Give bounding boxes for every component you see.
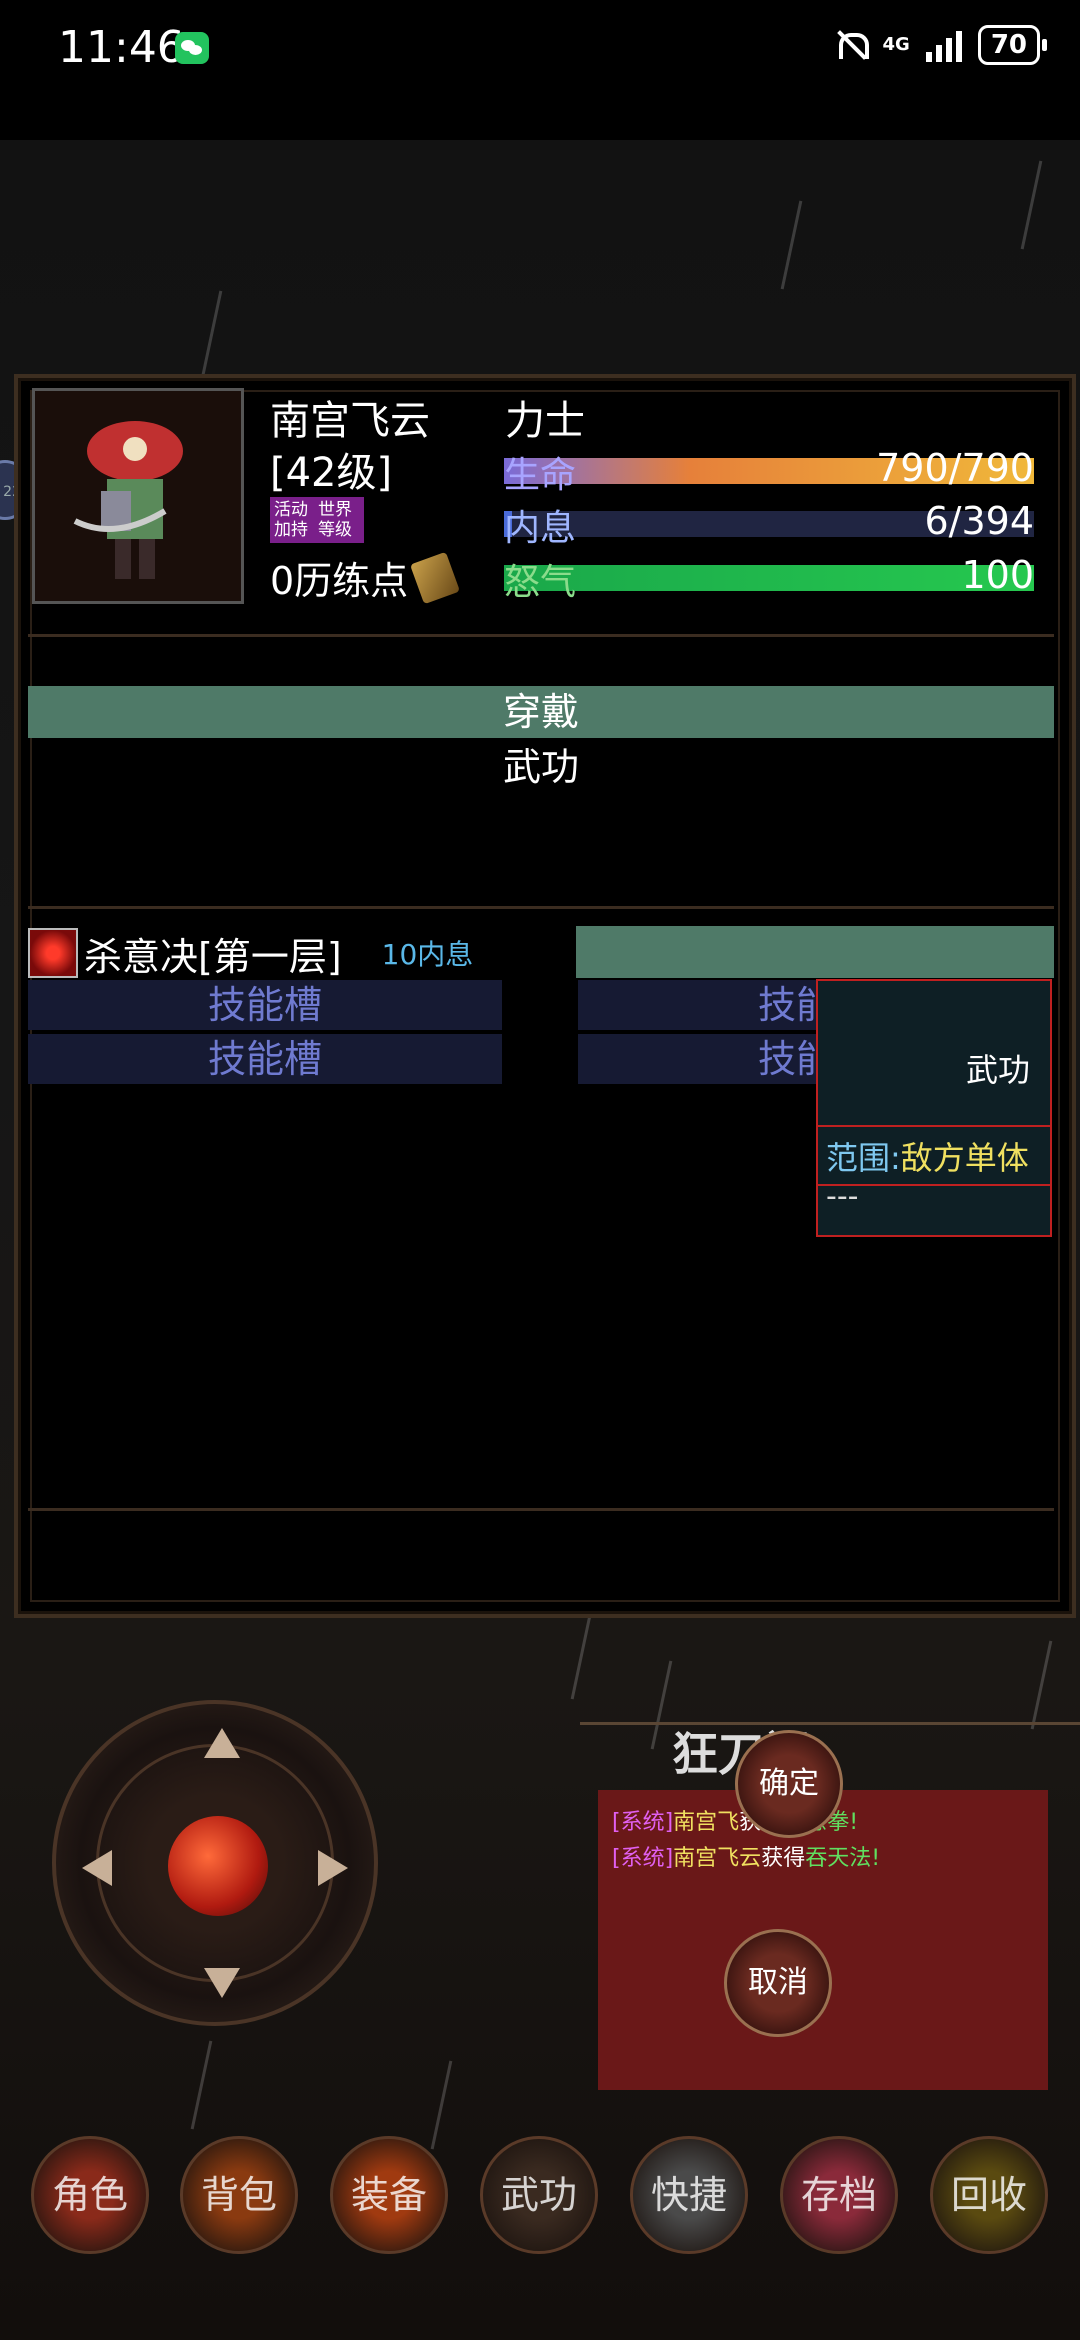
tooltip-extra: --- (826, 1179, 859, 1214)
tab-wear[interactable]: 穿戴 (28, 686, 1054, 738)
cancel-button[interactable]: 取消 (724, 1929, 832, 2037)
chat-header-line (580, 1722, 1080, 1725)
hp-bar: 生命 790/790 (504, 446, 1034, 496)
joystick-knob[interactable] (168, 1816, 268, 1916)
chat-log: [系统]南宫飞获得形意拳! [系统]南宫飞云获得吞天法! (598, 1790, 1048, 2090)
rage-bar: 怒气 100 (504, 553, 1034, 603)
battery-icon: 70 (977, 25, 1048, 65)
buff-badge[interactable]: 活动 加持 世界 等级 (270, 497, 364, 543)
nav-bag-button[interactable]: 背包 (180, 2136, 298, 2254)
silent-bell-icon (835, 27, 869, 63)
scroll-icon (410, 551, 461, 604)
skill-cost: 10内息 (381, 938, 474, 971)
network-type: 4G (882, 34, 910, 55)
character-level: [42级] (270, 450, 393, 496)
arrow-right-icon[interactable] (318, 1850, 348, 1886)
arrow-left-icon[interactable] (82, 1850, 112, 1886)
divider (28, 1508, 1054, 1511)
nav-recycle-button[interactable]: 回收 (930, 2136, 1048, 2254)
nav-save-button[interactable]: 存档 (780, 2136, 898, 2254)
nav-equip-button[interactable]: 装备 (330, 2136, 448, 2254)
equipped-skill[interactable]: 杀意决[第一层] 10内息 (28, 928, 474, 979)
mp-bar: 内息 6/394 (504, 499, 1034, 549)
skill-slot[interactable]: 技能槽 (28, 980, 502, 1030)
chat-message: [系统]南宫飞云获得吞天法! (612, 1846, 881, 1871)
skill-slot-header[interactable] (576, 926, 1054, 978)
status-bar: 11:46 4G 70 (0, 0, 1080, 140)
arrow-up-icon[interactable] (204, 1728, 240, 1758)
clock: 11:46 (58, 22, 185, 73)
nav-shortcut-button[interactable]: 快捷 (630, 2136, 748, 2254)
virtual-joystick[interactable] (52, 1700, 378, 2026)
tooltip-title: 武功 (965, 1051, 1030, 1089)
character-name: 南宫飞云 (270, 398, 430, 444)
skill-tooltip: 武功 范围:敌方单体 --- (816, 979, 1052, 1237)
confirm-button[interactable]: 确定 (735, 1730, 843, 1838)
character-class: 力士 (505, 398, 585, 444)
character-portrait (32, 388, 244, 604)
divider (28, 906, 1054, 909)
nav-role-button[interactable]: 角色 (31, 2136, 149, 2254)
tab-martial[interactable]: 武功 (28, 742, 1054, 792)
divider (28, 634, 1054, 637)
training-points: 0历练点 (270, 550, 461, 605)
skill-name: 杀意决[第一层] (84, 934, 342, 979)
wechat-icon (175, 32, 209, 64)
skill-slot[interactable]: 技能槽 (28, 1034, 502, 1084)
skill-icon (28, 928, 78, 978)
arrow-down-icon[interactable] (204, 1968, 240, 1998)
signal-icon (925, 28, 962, 62)
tooltip-range: 范围:敌方单体 (826, 1139, 1029, 1177)
nav-martial-button[interactable]: 武功 (480, 2136, 598, 2254)
